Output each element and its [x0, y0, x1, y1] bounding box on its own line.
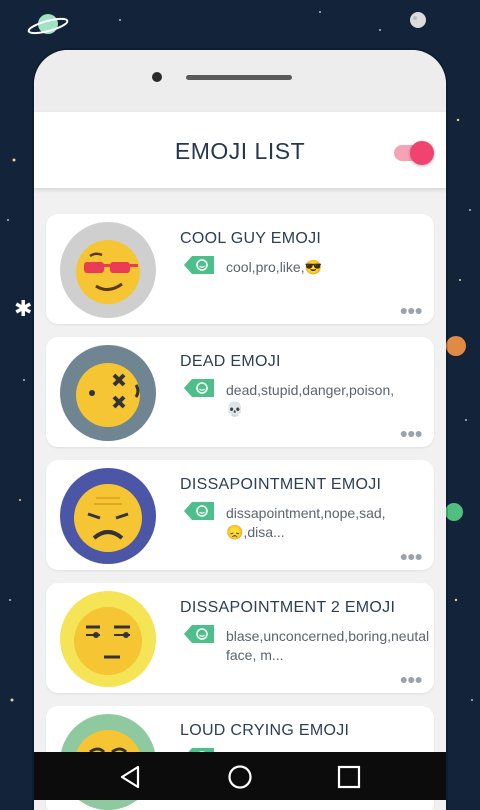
svg-text:✱: ✱ [14, 297, 32, 322]
tag-icon [184, 379, 214, 397]
emoji-list: COOL GUY EMOJI cool,pro,like,😎 ●●● DEAD … [46, 214, 434, 810]
phone-frame: EMOJI LIST COOL GUY EMOJI cool,pro,like,… [34, 50, 446, 810]
emoji-tags: blase,unconcerned,boring,neutal face, m.… [226, 628, 430, 663]
back-icon[interactable] [118, 764, 144, 790]
speaker-grille [186, 75, 292, 80]
more-options-icon[interactable]: ●●● [400, 548, 423, 564]
emoji-title: DISSAPOINTMENT EMOJI [180, 476, 382, 493]
list-item[interactable]: DEAD EMOJI dead,stupid,danger,poison,💀 ●… [46, 337, 434, 447]
emoji-title: LOUD CRYING EMOJI [180, 722, 350, 739]
emoji-tags: dead,stupid,danger,poison,💀 [226, 382, 395, 417]
emoji-tags: cool,pro,like,😎 [226, 259, 323, 275]
android-nav-bar [34, 752, 446, 800]
emoji-title: DISSAPOINTMENT 2 EMOJI [180, 599, 396, 616]
app-header: EMOJI LIST [34, 112, 446, 188]
list-item[interactable]: DISSAPOINTMENT 2 EMOJI blase,unconcerned… [46, 583, 434, 693]
unamused-emoji-icon [60, 591, 156, 687]
emoji-title: DEAD EMOJI [180, 353, 281, 370]
emoji-title: COOL GUY EMOJI [180, 230, 322, 247]
more-options-icon[interactable]: ●●● [400, 671, 423, 687]
planet-icon [27, 14, 69, 35]
phone-top-bezel [34, 50, 446, 112]
tag-icon [184, 625, 214, 643]
recents-icon[interactable] [336, 764, 362, 790]
tag-icon [184, 256, 214, 274]
dead-emoji-icon [60, 345, 156, 441]
list-item[interactable]: DISSAPOINTMENT EMOJI dissapointment,nope… [46, 460, 434, 570]
tag-icon [184, 502, 214, 520]
more-options-icon[interactable]: ●●● [400, 302, 423, 318]
list-item[interactable]: COOL GUY EMOJI cool,pro,like,😎 ●●● [46, 214, 434, 324]
toggle-knob[interactable] [410, 141, 434, 165]
page-title: EMOJI LIST [174, 138, 306, 164]
cool-guy-emoji-icon [60, 222, 156, 318]
camera-icon [152, 72, 162, 82]
emoji-tags: dissapointment,nope,sad,😞,disa... [226, 505, 386, 540]
disappointed-emoji-icon [60, 468, 156, 564]
more-options-icon[interactable]: ●●● [400, 425, 423, 441]
home-icon[interactable] [227, 764, 253, 790]
